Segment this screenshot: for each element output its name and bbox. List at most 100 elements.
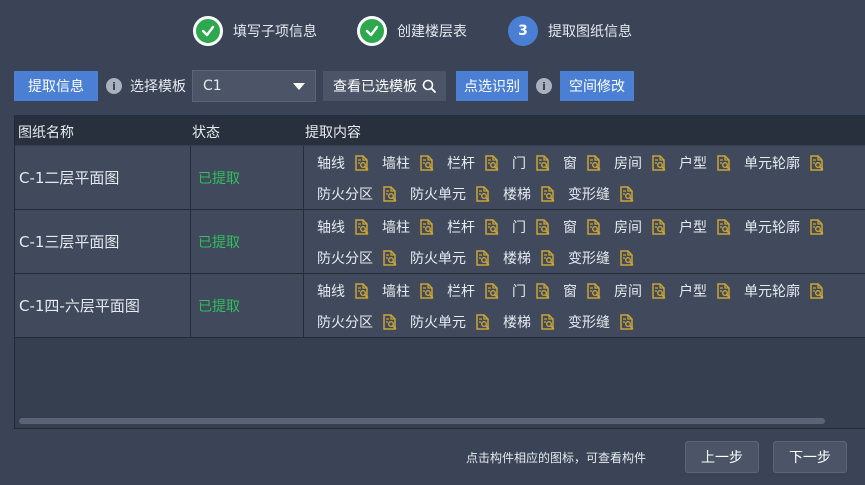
extract-content: 轴线 墙柱 栏杆 门 窗 房间 户型 单元轮廓 防火分区 防火单元 楼梯 变形缝	[305, 274, 865, 337]
content-tag-label: 轴线	[317, 156, 345, 172]
content-tag-label: 墙柱	[382, 220, 410, 236]
content-tag-label: 栏杆	[447, 156, 475, 172]
space-edit-button[interactable]: 空间修改	[560, 71, 634, 101]
content-tag: 门	[512, 153, 551, 173]
document-search-icon[interactable]	[535, 219, 551, 235]
step-label: 填写子项信息	[233, 24, 317, 40]
content-line: 防火分区 防火单元 楼梯 变形缝	[317, 312, 647, 332]
header-status: 状态	[192, 125, 220, 141]
document-search-icon[interactable]	[475, 314, 491, 330]
content-tag: 轴线	[317, 217, 370, 237]
step-number: 3	[508, 16, 538, 46]
content-tag-label: 门	[512, 220, 526, 236]
step-label: 创建楼层表	[397, 24, 467, 40]
content-tag-label: 防火分区	[317, 251, 373, 267]
next-step-button[interactable]: 下一步	[773, 441, 847, 473]
content-tag: 防火分区	[317, 248, 398, 268]
content-tag: 墙柱	[382, 281, 435, 301]
prev-step-button[interactable]: 上一步	[685, 441, 759, 473]
drawing-name: C-1二层平面图	[15, 146, 191, 209]
content-tag-label: 防火单元	[410, 187, 466, 203]
document-search-icon[interactable]	[651, 219, 667, 235]
extract-info-button[interactable]: 提取信息	[14, 71, 98, 101]
document-search-icon[interactable]	[484, 219, 500, 235]
content-tag: 窗	[563, 217, 602, 237]
info-icon[interactable]: i	[536, 78, 552, 94]
content-tag: 轴线	[317, 281, 370, 301]
content-tag-label: 房间	[614, 156, 642, 172]
document-search-icon[interactable]	[382, 250, 398, 266]
content-tag-label: 户型	[679, 156, 707, 172]
document-search-icon[interactable]	[354, 155, 370, 171]
document-search-icon[interactable]	[540, 186, 556, 202]
document-search-icon[interactable]	[484, 283, 500, 299]
chevron-down-icon	[293, 82, 305, 90]
content-tag-label: 防火分区	[317, 315, 373, 331]
document-search-icon[interactable]	[651, 155, 667, 171]
status-text: 已提取	[192, 210, 304, 273]
document-search-icon[interactable]	[651, 283, 667, 299]
document-search-icon[interactable]	[354, 283, 370, 299]
content-tag-label: 变形缝	[568, 315, 610, 331]
content-tag: 房间	[614, 153, 667, 173]
document-search-icon[interactable]	[484, 155, 500, 171]
info-icon[interactable]: i	[106, 78, 122, 94]
content-tag-label: 房间	[614, 220, 642, 236]
document-search-icon[interactable]	[354, 219, 370, 235]
content-tag: 楼梯	[503, 248, 556, 268]
content-tag: 变形缝	[568, 248, 635, 268]
view-selected-template-label: 查看已选模板	[333, 79, 417, 95]
document-search-icon[interactable]	[419, 219, 435, 235]
content-tag-label: 单元轮廓	[744, 156, 800, 172]
content-tag-label: 防火单元	[410, 315, 466, 331]
step-3: 3 提取图纸信息	[508, 16, 632, 46]
document-search-icon[interactable]	[535, 155, 551, 171]
document-search-icon[interactable]	[382, 186, 398, 202]
document-search-icon[interactable]	[419, 283, 435, 299]
content-tag: 窗	[563, 153, 602, 173]
content-tag-label: 窗	[563, 220, 577, 236]
toolbar: 提取信息 i 选择模板 C1 查看已选模板 点选识别 i 空间修改	[14, 70, 634, 102]
status-text: 已提取	[192, 146, 304, 209]
header-extract-content: 提取内容	[305, 125, 361, 141]
table-row[interactable]: C-1四-六层平面图 已提取 轴线 墙柱 栏杆 门 窗 房间 户型 单元轮廓 防火分区 防火单元…	[15, 274, 865, 338]
document-search-icon[interactable]	[475, 186, 491, 202]
document-search-icon[interactable]	[809, 155, 825, 171]
content-tag: 户型	[679, 217, 732, 237]
table-row[interactable]: C-1三层平面图 已提取 轴线 墙柱 栏杆 门 窗 房间 户型 单元轮廓 防火分区 防火单元 楼梯…	[15, 210, 865, 274]
document-search-icon[interactable]	[535, 283, 551, 299]
content-tag-label: 户型	[679, 284, 707, 300]
table-header: 图纸名称 状态 提取内容	[15, 115, 865, 145]
content-tag: 房间	[614, 217, 667, 237]
content-tag-label: 栏杆	[447, 284, 475, 300]
document-search-icon[interactable]	[475, 250, 491, 266]
content-tag-label: 楼梯	[503, 187, 531, 203]
document-search-icon[interactable]	[619, 250, 635, 266]
document-search-icon[interactable]	[540, 250, 556, 266]
document-search-icon[interactable]	[540, 314, 556, 330]
document-search-icon[interactable]	[619, 314, 635, 330]
document-search-icon[interactable]	[586, 283, 602, 299]
content-tag: 门	[512, 217, 551, 237]
horizontal-scrollbar[interactable]	[19, 418, 825, 424]
document-search-icon[interactable]	[716, 155, 732, 171]
view-selected-template-button[interactable]: 查看已选模板	[323, 71, 446, 101]
document-search-icon[interactable]	[809, 283, 825, 299]
document-search-icon[interactable]	[716, 283, 732, 299]
step-2: 创建楼层表	[357, 16, 467, 46]
document-search-icon[interactable]	[619, 186, 635, 202]
document-search-icon[interactable]	[586, 219, 602, 235]
document-search-icon[interactable]	[809, 219, 825, 235]
content-line: 防火分区 防火单元 楼梯 变形缝	[317, 184, 647, 204]
pick-identify-button[interactable]: 点选识别	[456, 71, 528, 101]
document-search-icon[interactable]	[382, 314, 398, 330]
template-select[interactable]: C1	[192, 70, 316, 102]
document-search-icon[interactable]	[419, 155, 435, 171]
search-icon	[422, 79, 436, 93]
document-search-icon[interactable]	[716, 219, 732, 235]
document-search-icon[interactable]	[586, 155, 602, 171]
content-tag: 墙柱	[382, 153, 435, 173]
content-tag: 户型	[679, 153, 732, 173]
table-row[interactable]: C-1二层平面图 已提取 轴线 墙柱 栏杆 门 窗 房间 户型 单元轮廓 防火分区 防火单元 楼梯…	[15, 146, 865, 210]
content-tag-label: 防火单元	[410, 251, 466, 267]
